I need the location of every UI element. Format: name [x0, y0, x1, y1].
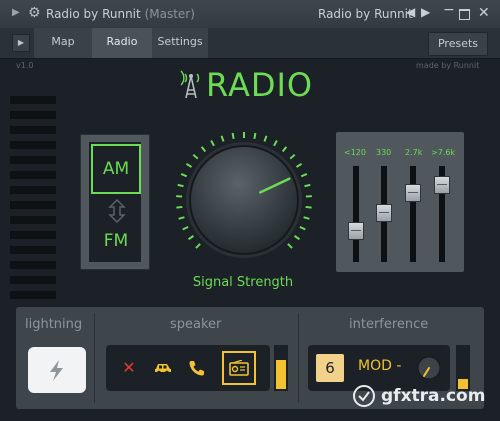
watermark-logo-icon [353, 385, 375, 407]
knob-tick [289, 153, 296, 160]
signal-strength-label: Signal Strength [192, 275, 294, 290]
eq-label-lowmid: 330 [376, 148, 392, 157]
maximize-button[interactable] [459, 9, 470, 20]
watermark-text: gfxtra.com [381, 386, 486, 406]
knob-tick [273, 140, 278, 147]
knob-tick [187, 235, 195, 241]
next-arrow-icon[interactable]: ▶ [421, 5, 430, 19]
made-by-label: made by Runnit [416, 61, 480, 70]
knob-tick [210, 140, 215, 147]
interference-value[interactable]: 6 [316, 354, 344, 382]
fm-button[interactable]: FM [93, 226, 139, 256]
eq-track-low [353, 166, 359, 262]
eq-label-highmid: 2.7k [405, 148, 423, 157]
window-context: (Master) [144, 7, 195, 21]
mod-knob[interactable] [416, 355, 442, 381]
signal-strength-knob[interactable] [160, 130, 320, 270]
lightning-button[interactable] [28, 347, 86, 393]
knob-tick [185, 162, 193, 168]
am-button[interactable]: AM [91, 144, 141, 194]
knob-tick [281, 146, 288, 153]
tab-settings[interactable]: Settings [152, 28, 208, 58]
knob-tick [295, 162, 303, 168]
band-selector-panel: AM FM [80, 134, 150, 270]
knob-tick [200, 146, 207, 153]
divider [94, 313, 95, 403]
eq-slider-high[interactable] [434, 175, 450, 194]
knob-tick [300, 173, 308, 178]
knob-tick [192, 153, 199, 160]
divider [298, 313, 299, 403]
close-icon[interactable]: ✕ [114, 353, 144, 383]
knob-tick [303, 216, 310, 220]
knob-tick [305, 205, 312, 209]
tab-radio[interactable]: Radio [92, 28, 152, 58]
close-button[interactable]: ✕ [478, 5, 490, 21]
band-selector: AM FM [89, 142, 141, 262]
knob-tick [220, 135, 225, 142]
speaker-selector: ✕ [106, 345, 270, 391]
interference-title: interference [349, 317, 429, 332]
eq-slider-highmid[interactable] [405, 183, 421, 202]
collapse-arrow-icon[interactable]: ▶ [12, 7, 20, 18]
window-title-text: Radio by Runnit [46, 7, 141, 21]
eq-panel: <120 330 2.7k >7.6k [336, 132, 464, 272]
car-icon[interactable] [148, 353, 178, 383]
tab-map[interactable]: Map [34, 28, 92, 58]
lightning-bolt-icon [50, 360, 63, 381]
knob-tick [304, 183, 311, 188]
interference-control: 6 MOD - [308, 345, 450, 391]
knob-tick [176, 205, 183, 209]
speaker-level-meter [274, 345, 288, 391]
eq-track-highmid [410, 166, 416, 262]
radio-title: RADIO [206, 66, 314, 104]
version-label: v1.0 [16, 61, 34, 70]
minimize-button[interactable]: − [443, 2, 455, 18]
knob-tick [195, 243, 201, 249]
tab-bar: ▶ Map Radio Settings Presets [0, 28, 500, 59]
radio-icon[interactable] [222, 351, 256, 385]
speaker-title: speaker [170, 317, 222, 332]
switch-arrows-icon[interactable] [107, 198, 127, 224]
knob-tick [287, 243, 293, 249]
knob-tick [178, 216, 185, 220]
knob-tick [177, 183, 184, 188]
phone-icon[interactable] [182, 353, 212, 383]
window-title: Radio by Runnit (Master) [46, 7, 195, 21]
knob-tick [293, 235, 301, 241]
gear-icon[interactable]: ⚙ [28, 5, 41, 21]
eq-slider-low[interactable] [348, 222, 364, 240]
knob-tick [231, 132, 235, 140]
eq-label-low: <120 [344, 148, 366, 157]
knob-tick [263, 135, 268, 142]
decorative-stripes [10, 96, 56, 311]
presets-button[interactable]: Presets [428, 32, 488, 56]
lightning-title: lightning [25, 317, 83, 332]
eq-slider-lowmid[interactable] [376, 204, 392, 223]
knob-tick [180, 173, 188, 178]
knob-tick [253, 132, 257, 140]
title-bar: ▶ ⚙ Radio by Runnit (Master) Radio by Ru… [0, 0, 500, 28]
knob-tick [182, 225, 189, 231]
interference-level-meter [456, 345, 470, 391]
plugin-name: Radio by Runnit [318, 7, 413, 21]
mod-label: MOD - [358, 358, 402, 374]
menu-button[interactable]: ▶ [12, 34, 30, 52]
prev-arrow-icon[interactable]: ◀ [406, 5, 415, 19]
speaker-level-fill [276, 359, 286, 389]
knob-tick [299, 225, 306, 231]
eq-label-high: >7.6k [431, 148, 456, 157]
